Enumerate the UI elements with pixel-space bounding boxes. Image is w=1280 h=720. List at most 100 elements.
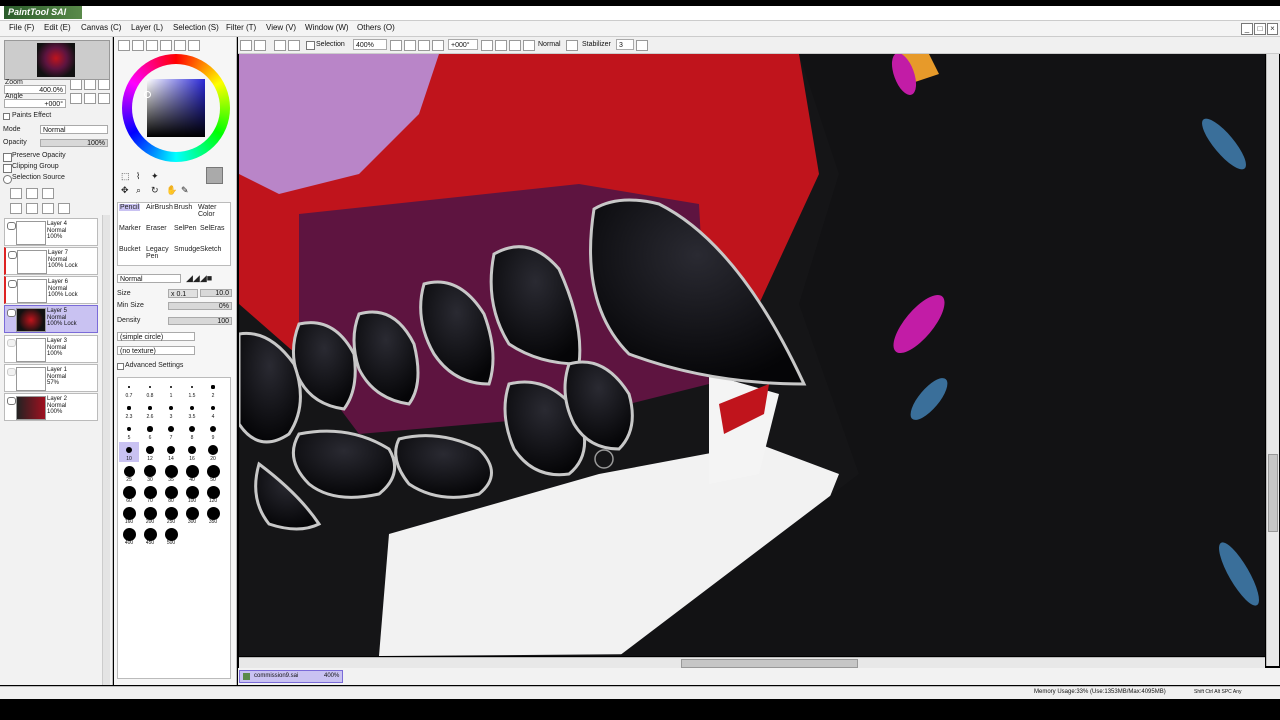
brush-shape-icons[interactable]: ◢◢◢■ — [186, 273, 212, 284]
eye-icon[interactable] — [8, 251, 17, 259]
brush-size-option[interactable]: 35 — [161, 463, 181, 483]
brush-size-option[interactable]: 20 — [203, 442, 223, 462]
file-tab[interactable]: commission9.sai 400% — [239, 670, 343, 683]
tool-pencil[interactable]: Pencil — [119, 204, 141, 211]
brush-size-option[interactable]: 3.5 — [182, 400, 202, 420]
brush-size-option[interactable]: 160 — [119, 505, 139, 525]
zoom-tool-icon[interactable]: ⌕ — [136, 185, 141, 196]
scratchpad-icon[interactable] — [188, 40, 200, 51]
tool-airbrush[interactable]: AirBrush — [146, 204, 173, 211]
size-slider[interactable]: 10.0 — [200, 289, 232, 297]
palette-icon[interactable] — [160, 40, 172, 51]
vertical-scrollbar[interactable] — [1266, 54, 1279, 666]
rotate-left-icon[interactable] — [70, 93, 82, 104]
brush-size-option[interactable]: 40 — [182, 463, 202, 483]
new-layer-icon[interactable] — [10, 188, 22, 199]
layer-row-selected[interactable]: Layer 5 Normal 100% Lock — [4, 305, 98, 333]
eye-icon[interactable] — [7, 309, 16, 317]
copy-layer-icon[interactable] — [10, 203, 22, 214]
brush-size-option[interactable]: 12 — [140, 442, 160, 462]
menu-canvas[interactable]: Canvas (C) — [81, 23, 121, 32]
layers-scrollbar[interactable] — [102, 215, 110, 685]
clear-layer-icon[interactable] — [42, 203, 54, 214]
magic-wand-icon[interactable]: ✦ — [151, 171, 159, 182]
eye-icon[interactable] — [7, 397, 16, 405]
rotate-tool-icon[interactable]: ↻ — [151, 185, 159, 196]
horizontal-scrollbar[interactable] — [239, 657, 1265, 668]
tool-seleras[interactable]: SelEras — [200, 225, 225, 232]
size-multiplier[interactable]: x 0.1 — [168, 289, 198, 298]
eye-icon[interactable] — [7, 222, 16, 230]
menu-edit[interactable]: Edit (E) — [44, 23, 71, 32]
density-slider[interactable]: 100 — [168, 317, 232, 325]
primary-color-swatch[interactable] — [206, 167, 223, 184]
tool-bucket[interactable]: Bucket — [119, 246, 140, 253]
brush-size-option[interactable]: 1.5 — [182, 379, 202, 399]
brush-size-option[interactable]: 1 — [161, 379, 181, 399]
brush-size-option[interactable]: 2.6 — [140, 400, 160, 420]
rgb-slider-icon[interactable] — [132, 40, 144, 51]
layer-row[interactable]: Layer 6 Normal 100% Lock — [4, 276, 98, 304]
eye-icon[interactable] — [8, 280, 17, 288]
brush-size-option[interactable]: 80 — [161, 484, 181, 504]
clipping-group-checkbox[interactable] — [3, 164, 12, 173]
brush-size-option[interactable]: 9 — [203, 421, 223, 441]
color-picker-cursor[interactable] — [144, 91, 151, 98]
menu-filter[interactable]: Filter (T) — [226, 23, 256, 32]
new-folder-icon[interactable] — [42, 188, 54, 199]
zoom-in-icon[interactable] — [404, 40, 416, 51]
zoom-select[interactable]: 400% — [353, 39, 387, 50]
close-icon[interactable]: × — [1267, 23, 1278, 35]
brush-size-option[interactable]: 30 — [140, 463, 160, 483]
brush-size-option[interactable]: 2.3 — [119, 400, 139, 420]
brush-shape-select[interactable]: (simple circle) — [117, 332, 195, 341]
brush-size-option[interactable]: 2 — [203, 379, 223, 399]
lasso-icon[interactable]: ⌇ — [136, 171, 140, 182]
brush-size-option[interactable]: 50 — [203, 463, 223, 483]
zoom-reset-icon[interactable] — [432, 40, 444, 51]
rotate-reset-icon[interactable] — [509, 40, 521, 51]
brush-size-option[interactable]: 70 — [140, 484, 160, 504]
eyedropper-icon[interactable]: ✎ — [181, 185, 189, 196]
eye-hidden-icon[interactable] — [7, 368, 16, 376]
trash-icon[interactable] — [58, 203, 70, 214]
menu-view[interactable]: View (V) — [266, 23, 296, 32]
brush-size-option[interactable]: 450 — [140, 526, 160, 546]
tool-watercolor[interactable]: Water Color — [198, 204, 220, 218]
stabilizer-select[interactable]: 3 — [616, 39, 634, 50]
brush-size-option[interactable]: 250 — [161, 505, 181, 525]
navigator-preview[interactable] — [4, 40, 110, 80]
brush-size-option[interactable]: 60 — [119, 484, 139, 504]
selection-rect-icon[interactable]: ⬚ — [121, 171, 130, 182]
zoom-out-icon[interactable] — [390, 40, 402, 51]
layer-mode-select[interactable]: Normal — [40, 125, 108, 134]
preserve-opacity-checkbox[interactable] — [3, 153, 12, 162]
brush-size-option[interactable]: 10 — [119, 442, 139, 462]
new-linework-layer-icon[interactable] — [26, 188, 38, 199]
hand-icon[interactable]: ✋ — [166, 185, 177, 196]
brush-size-option[interactable]: 120 — [203, 484, 223, 504]
flip-icon[interactable] — [523, 40, 535, 51]
layer-row[interactable]: Layer 3 Normal 100% — [4, 335, 98, 363]
minimize-icon[interactable]: _ — [1241, 23, 1253, 35]
zoom-fit-icon[interactable] — [418, 40, 430, 51]
zoom-reset-icon[interactable] — [98, 79, 110, 90]
rotate-right-icon[interactable] — [84, 93, 96, 104]
blend-mode-select[interactable]: Normal — [536, 39, 562, 50]
layer-row[interactable]: Layer 4 Normal 100% — [4, 218, 98, 246]
horizontal-scroll-thumb[interactable] — [681, 659, 858, 668]
invert-selection-icon[interactable] — [274, 40, 286, 51]
brush-size-option[interactable]: 5 — [119, 421, 139, 441]
layer-row[interactable]: Layer 7 Normal 100% Lock — [4, 247, 98, 275]
eye-hidden-icon[interactable] — [7, 339, 16, 347]
tool-eraser[interactable]: Eraser — [146, 225, 167, 232]
brush-size-option[interactable]: 0.7 — [119, 379, 139, 399]
advanced-settings-toggle[interactable] — [117, 363, 124, 370]
selection-source-radio[interactable] — [3, 175, 12, 184]
brush-size-option[interactable]: 14 — [161, 442, 181, 462]
rotate-reset-icon[interactable] — [98, 93, 110, 104]
menu-others[interactable]: Others (O) — [357, 23, 395, 32]
tool-marker[interactable]: Marker — [119, 225, 141, 232]
brush-size-option[interactable]: 3 — [161, 400, 181, 420]
swatches-icon[interactable] — [174, 40, 186, 51]
